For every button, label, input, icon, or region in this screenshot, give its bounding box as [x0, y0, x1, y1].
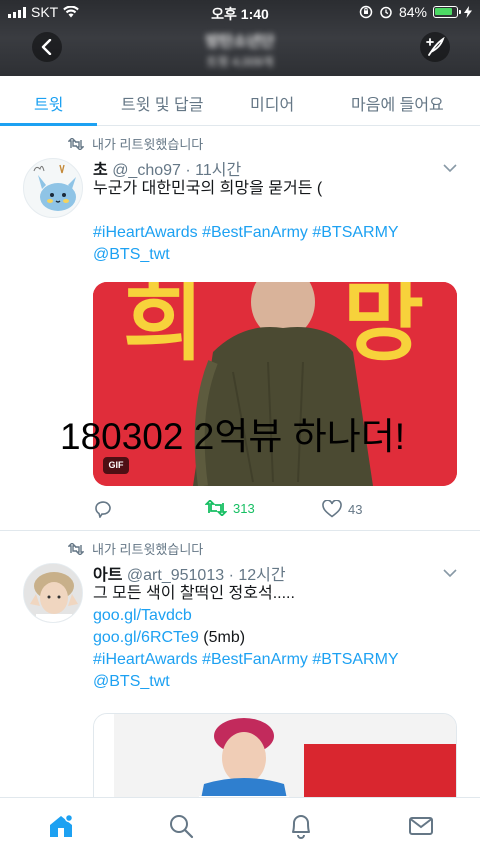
retweet-context: 내가 리트윗했습니다	[68, 134, 203, 153]
media-preview-image	[94, 714, 456, 797]
orientation-lock-icon	[359, 5, 373, 19]
compose-quill-icon	[426, 37, 445, 56]
tweet-text-line: 누군가 대한민국의 희망을 묻거든 (	[93, 180, 323, 197]
retweet-icon	[68, 137, 84, 150]
chevron-left-icon	[41, 39, 52, 55]
like-button[interactable]: 43	[322, 500, 362, 518]
retweet-label: 내가 리트윗했습니다	[92, 542, 204, 557]
tweet-mention[interactable]: @BTS_twt	[93, 671, 463, 693]
tweet-text-line: 그 모든 색이 찰떡인 정호석.....	[93, 585, 295, 602]
svg-text:망: 망	[343, 282, 424, 373]
tweet-time: · 11시간	[185, 162, 242, 179]
retweet-icon	[205, 500, 227, 516]
tweet-menu-button[interactable]	[443, 160, 457, 178]
nav-notifications[interactable]	[287, 812, 315, 840]
nav-search[interactable]	[167, 812, 195, 840]
tweet-media-image[interactable]	[93, 713, 457, 797]
like-count: 43	[348, 501, 363, 517]
search-icon	[170, 815, 194, 839]
bottom-navigation	[0, 797, 480, 853]
back-button[interactable]	[32, 32, 62, 62]
retweet-icon	[68, 542, 84, 555]
tweet-mention[interactable]: @BTS_twt	[93, 244, 463, 266]
tweet-author-line: 아트 @art_951013 · 12시간	[93, 561, 286, 585]
tweet-text: 그 모든 색이 찰떡인 정호석..... goo.gl/Tavdcb goo.g…	[93, 583, 463, 693]
author-name[interactable]: 초	[93, 162, 108, 179]
chevron-down-icon	[443, 569, 457, 578]
profile-name: 방탄소년단	[205, 33, 275, 50]
svg-text:희: 희	[123, 282, 204, 373]
tab-media[interactable]: 미디어	[250, 91, 294, 115]
retweet-context: 내가 리트윗했습니다	[68, 539, 203, 558]
tab-tweets-and-replies[interactable]: 트윗 및 답글	[121, 91, 204, 115]
tweet-hashtags[interactable]: #iHeartAwards #BestFanArmy #BTSARMY	[93, 222, 463, 244]
retweet-button[interactable]: 313	[205, 500, 255, 516]
header-title: 방탄소년단 트윗 4,009개	[140, 30, 340, 70]
charging-icon	[464, 6, 472, 18]
author-handle[interactable]: @_cho97	[112, 162, 181, 179]
tab-tweets[interactable]: 트윗	[34, 91, 63, 115]
tweet-count: 트윗 4,009개	[206, 55, 274, 69]
chevron-down-icon	[443, 164, 457, 173]
tweet-text: 누군가 대한민국의 희망을 묻거든 ( #iHeartAwards #BestF…	[93, 178, 463, 266]
tweet-author-line: 초 @_cho97 · 11시간	[93, 156, 241, 180]
tweet-hashtags[interactable]: #iHeartAwards #BestFanArmy #BTSARMY	[93, 649, 463, 671]
tweet-card[interactable]: 내가 리트윗했습니다 아트 @art_951013 · 12시간 그 모든 색이…	[0, 531, 480, 797]
tweet-actions: 313 43	[0, 500, 480, 522]
tweet-card[interactable]: 내가 리트윗했습니다 초 @_cho97 · 11시간 누군가 대한민국의 희망…	[0, 126, 480, 531]
tweet-link[interactable]: goo.gl/Tavdcb	[93, 605, 463, 627]
home-icon	[50, 813, 74, 837]
retweet-label: 내가 리트윗했습니다	[92, 137, 204, 152]
avatar-illustration	[33, 164, 76, 211]
battery-percent: 84%	[398, 4, 427, 20]
avatar[interactable]	[23, 158, 83, 218]
status-bar: SKT 오후 1:40 84%	[0, 0, 480, 24]
retweet-count: 313	[233, 500, 255, 516]
media-caption-overlay: 180302 2억뷰 하나더!	[60, 416, 406, 457]
tweet-time: · 12시간	[228, 567, 286, 584]
battery-icon	[433, 6, 461, 18]
avatar[interactable]	[23, 563, 83, 623]
nav-messages[interactable]	[407, 812, 435, 840]
profile-tabs: 트윗 트윗 및 답글 미디어 마음에 들어요	[0, 76, 480, 126]
status-right: 84%	[359, 4, 472, 20]
nav-home[interactable]	[47, 812, 75, 840]
avatar-photo	[24, 564, 82, 622]
heart-icon	[322, 500, 342, 518]
link-size-note: (5mb)	[198, 629, 246, 646]
bell-icon	[292, 815, 310, 839]
author-handle[interactable]: @art_951013	[127, 567, 224, 584]
compose-button[interactable]	[420, 32, 450, 62]
author-name[interactable]: 아트	[93, 567, 122, 584]
profile-header: SKT 오후 1:40 84% 방탄소년단 트윗 4,009개	[0, 0, 480, 76]
tweet-menu-button[interactable]	[443, 565, 457, 583]
reply-button[interactable]	[93, 500, 113, 518]
tweet-link[interactable]: goo.gl/6RCTe9	[93, 629, 199, 646]
mail-icon	[409, 817, 433, 835]
reply-icon	[95, 501, 111, 518]
alarm-icon	[380, 6, 392, 19]
tab-likes[interactable]: 마음에 들어요	[351, 91, 444, 115]
